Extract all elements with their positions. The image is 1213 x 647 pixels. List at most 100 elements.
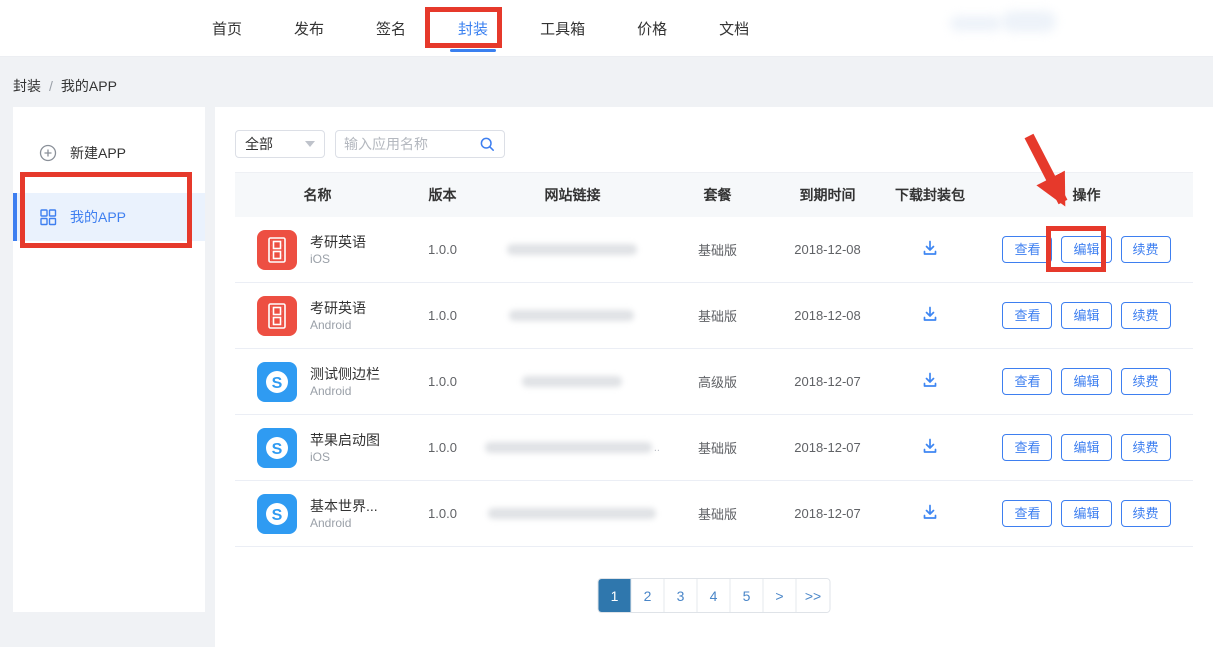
download-icon[interactable] <box>920 436 940 456</box>
download-icon[interactable] <box>920 502 940 522</box>
breadcrumb-separator: / <box>49 78 53 94</box>
plan-badge: 基础版 <box>660 240 775 259</box>
app-platform: Android <box>310 317 366 333</box>
website-link-cell <box>485 310 660 321</box>
expiry-date: 2018-12-07 <box>775 374 880 389</box>
app-platform: iOS <box>310 449 380 465</box>
expiry-date: 2018-12-08 <box>775 308 880 323</box>
nav-item-package[interactable]: 封装 <box>456 12 490 45</box>
sidebar-item-my-app[interactable]: 我的APP <box>13 193 205 241</box>
website-link-cell: .. <box>485 442 660 454</box>
expiry-date: 2018-12-08 <box>775 242 880 257</box>
s-logo-icon: S <box>257 428 297 468</box>
edit-button[interactable]: 编辑 <box>1061 368 1111 395</box>
edit-button[interactable]: 编辑 <box>1061 236 1111 263</box>
website-link-cell <box>485 508 660 519</box>
last-page-button[interactable]: >> <box>797 579 830 612</box>
breadcrumb-section[interactable]: 封装 <box>13 78 41 94</box>
app-name-cell: S 考研英语 Android <box>235 296 400 336</box>
page-button-3[interactable]: 3 <box>665 579 698 612</box>
redacted-url <box>522 376 622 387</box>
edit-button[interactable]: 编辑 <box>1061 302 1111 329</box>
film-icon <box>257 230 297 270</box>
nav-item-toolbox[interactable]: 工具箱 <box>538 12 587 45</box>
app-name: 苹果启动图 <box>310 431 380 449</box>
actions-cell: 查看 编辑 续费 <box>980 434 1193 461</box>
edit-button[interactable]: 编辑 <box>1061 500 1111 527</box>
plus-circle-icon <box>39 144 57 162</box>
page-button-5[interactable]: 5 <box>731 579 764 612</box>
chevron-down-icon <box>305 141 315 147</box>
category-select[interactable]: 全部 <box>235 130 325 158</box>
svg-text:S: S <box>272 375 283 392</box>
pagination: 1 2 3 4 5 > >> <box>598 578 831 613</box>
col-header-name: 名称 <box>235 185 400 205</box>
app-name-cell: S 测试侧边栏 Android <box>235 362 400 402</box>
top-nav: 首页 发布 签名 封装 工具箱 价格 文档 <box>0 0 1213 57</box>
col-header-expiry: 到期时间 <box>775 185 880 205</box>
svg-text:S: S <box>272 507 283 524</box>
table-header: 名称 版本 网站链接 套餐 到期时间 下载封装包 操作 <box>235 172 1193 217</box>
edit-button[interactable]: 编辑 <box>1061 434 1111 461</box>
view-button[interactable]: 查看 <box>1002 500 1052 527</box>
next-page-button[interactable]: > <box>764 579 797 612</box>
search-icon[interactable] <box>479 136 496 153</box>
actions-cell: 查看 编辑 续费 <box>980 500 1193 527</box>
renew-button[interactable]: 续费 <box>1121 236 1171 263</box>
renew-button[interactable]: 续费 <box>1121 368 1171 395</box>
app-version: 1.0.0 <box>400 440 485 455</box>
app-name: 考研英语 <box>310 233 366 251</box>
app-version: 1.0.0 <box>400 374 485 389</box>
search-input[interactable] <box>344 136 479 152</box>
film-icon <box>257 296 297 336</box>
category-selected-value: 全部 <box>245 134 273 154</box>
table-row: S 考研英语 iOS 1.0.0 基础版 2018-12-08 查看 编辑 续费 <box>235 217 1193 283</box>
renew-button[interactable]: 续费 <box>1121 434 1171 461</box>
page-button-1[interactable]: 1 <box>599 579 632 612</box>
app-platform: Android <box>310 515 378 531</box>
view-button[interactable]: 查看 <box>1002 434 1052 461</box>
redacted-url <box>507 244 637 255</box>
col-header-version: 版本 <box>400 185 485 205</box>
sidebar-item-new-app[interactable]: 新建APP <box>13 129 205 177</box>
table-row: S 考研英语 Android 1.0.0 基础版 2018-12-08 查看 编… <box>235 283 1193 349</box>
table-row: S 苹果启动图 iOS 1.0.0 .. 基础版 2018-12-07 查看 编… <box>235 415 1193 481</box>
page-button-2[interactable]: 2 <box>632 579 665 612</box>
app-icon: S <box>257 230 297 270</box>
app-icon: S <box>257 494 297 534</box>
page-button-4[interactable]: 4 <box>698 579 731 612</box>
view-button[interactable]: 查看 <box>1002 236 1052 263</box>
renew-button[interactable]: 续费 <box>1121 302 1171 329</box>
breadcrumb-current: 我的APP <box>61 78 117 94</box>
nav-item-sign[interactable]: 签名 <box>374 12 408 45</box>
plan-badge: 高级版 <box>660 372 775 391</box>
view-button[interactable]: 查看 <box>1002 368 1052 395</box>
col-header-link: 网站链接 <box>485 185 660 205</box>
nav-item-home[interactable]: 首页 <box>210 12 244 45</box>
expiry-date: 2018-12-07 <box>775 440 880 455</box>
nav-item-price[interactable]: 价格 <box>635 12 669 45</box>
app-icon: S <box>257 428 297 468</box>
sidebar: 新建APP 我的APP <box>13 107 205 612</box>
view-button[interactable]: 查看 <box>1002 302 1052 329</box>
app-packaging-page: 首页 发布 签名 封装 工具箱 价格 文档 封装 / 我的APP 新建APP 我的A… <box>0 0 1213 647</box>
nav-item-docs[interactable]: 文档 <box>717 12 751 45</box>
search-box <box>335 130 505 158</box>
plan-badge: 基础版 <box>660 504 775 523</box>
grid-icon <box>39 208 57 226</box>
sidebar-item-label: 新建APP <box>70 143 126 163</box>
actions-cell: 查看 编辑 续费 <box>980 236 1193 263</box>
nav-item-publish[interactable]: 发布 <box>292 12 326 45</box>
sidebar-item-label: 我的APP <box>70 207 126 227</box>
download-icon[interactable] <box>920 370 940 390</box>
download-icon[interactable] <box>920 238 940 258</box>
renew-button[interactable]: 续费 <box>1121 500 1171 527</box>
redacted-user-info <box>950 16 1002 31</box>
table-row: S 基本世界... Android 1.0.0 基础版 2018-12-07 查… <box>235 481 1193 547</box>
download-icon[interactable] <box>920 304 940 324</box>
app-name-cell: S 基本世界... Android <box>235 494 400 534</box>
plan-badge: 基础版 <box>660 306 775 325</box>
table-row: S 测试侧边栏 Android 1.0.0 高级版 2018-12-07 查看 … <box>235 349 1193 415</box>
app-name-cell: S 苹果启动图 iOS <box>235 428 400 468</box>
apps-table: 名称 版本 网站链接 套餐 到期时间 下载封装包 操作 S 考研英语 iOS <box>235 172 1193 547</box>
